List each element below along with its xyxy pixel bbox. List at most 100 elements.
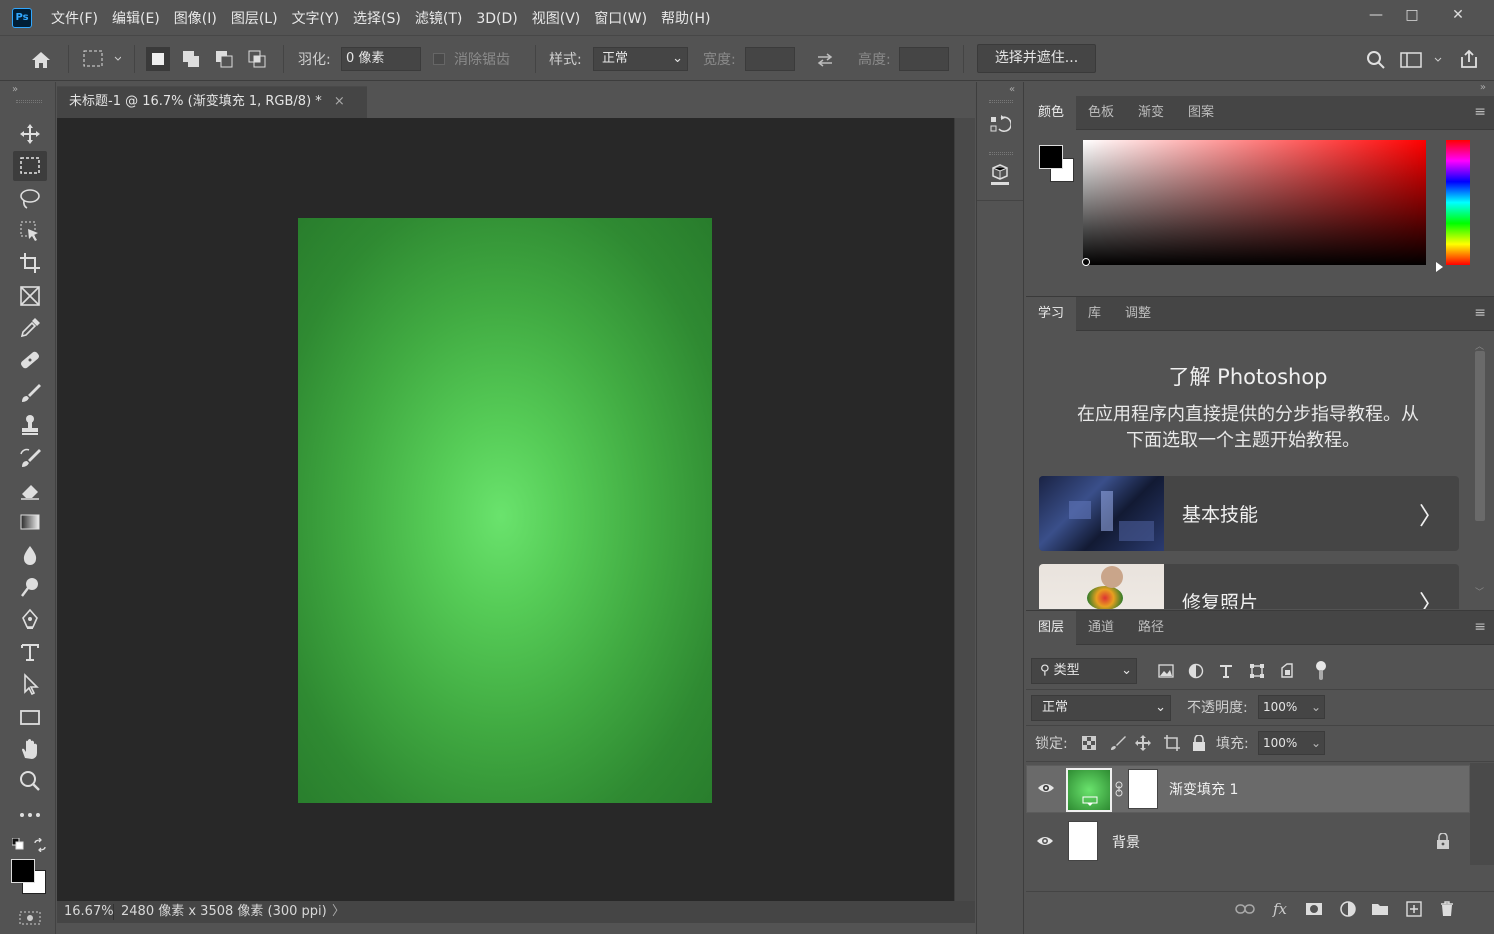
document-canvas[interactable] [298,218,712,803]
hand-tool-icon[interactable] [13,734,47,764]
intersect-selection-icon[interactable] [245,47,269,71]
search-icon[interactable] [1364,48,1388,72]
learn-card[interactable]: 基本技能 〉 [1039,476,1459,551]
panel-menu-icon[interactable]: ≡ [1474,305,1486,321]
swap-dimensions-icon[interactable] [813,48,837,72]
move-tool-icon[interactable] [13,119,47,149]
lock-position-icon[interactable] [1131,731,1155,755]
scroll-thumb[interactable] [1475,351,1485,521]
antialias-checkbox[interactable] [433,53,445,65]
new-group-icon[interactable] [1368,897,1392,921]
filter-shape-icon[interactable] [1245,659,1269,683]
filter-smart-object-icon[interactable] [1275,659,1299,683]
height-input[interactable] [899,47,949,71]
rectangle-tool-icon[interactable] [13,702,47,732]
learn-card[interactable]: 修复照片 〉 [1039,564,1459,609]
3d-panel-icon[interactable] [988,163,1012,187]
opacity-input[interactable]: 100% ⌄ [1258,695,1325,719]
tab-learn[interactable]: 学习 [1026,297,1077,331]
eye-icon[interactable] [1037,781,1055,795]
style-dropdown[interactable]: 正常 ⌄ [593,47,688,71]
zoom-tool-icon[interactable] [13,766,47,796]
swap-colors-icon[interactable] [33,837,47,853]
lasso-tool-icon[interactable] [13,184,47,214]
history-panel-icon[interactable] [988,113,1012,137]
tab-patterns[interactable]: 图案 [1176,96,1226,130]
tab-paths[interactable]: 路径 [1126,611,1176,645]
expand-panels-icon[interactable]: « [1009,84,1015,95]
layer-filter-dropdown[interactable]: ⚲ 类型 ⌄ [1031,658,1137,684]
menu-file[interactable]: 文件(F) [44,0,105,36]
filter-toggle-icon[interactable] [1314,660,1328,682]
layer-name[interactable]: 渐变填充 1 [1169,779,1238,799]
object-selection-tool-icon[interactable] [13,216,47,246]
layer-mask-link-icon[interactable] [1115,781,1123,797]
type-tool-icon[interactable] [13,637,47,667]
learn-scrollbar[interactable]: ︿ ﹀ [1472,333,1490,605]
more-tools-icon[interactable] [13,800,47,830]
panel-menu-icon[interactable]: ≡ [1474,104,1486,120]
menu-view[interactable]: 视图(V) [525,0,588,36]
tab-layers[interactable]: 图层 [1026,611,1077,645]
eye-icon[interactable] [1036,834,1054,848]
toolbar-grip[interactable] [16,100,42,103]
menu-type[interactable]: 文字(Y) [285,0,346,36]
vertical-scrollbar[interactable] [954,118,975,901]
minimize-button[interactable]: — [1358,4,1394,26]
tab-color[interactable]: 颜色 [1026,96,1077,130]
marquee-preset-picker[interactable] [81,47,121,71]
document-tab[interactable]: 未标题-1 @ 16.7% (渐变填充 1, RGB/8) * × [57,86,367,118]
crop-tool-icon[interactable] [13,248,47,278]
panel-menu-icon[interactable]: ≡ [1474,619,1486,635]
link-layers-icon[interactable] [1233,897,1257,921]
hue-slider[interactable] [1446,140,1470,265]
lock-artboard-icon[interactable] [1160,731,1184,755]
lock-transparent-pixels-icon[interactable] [1077,731,1101,755]
add-mask-icon[interactable] [1302,897,1326,921]
menu-edit[interactable]: 编辑(E) [105,0,167,36]
blur-tool-icon[interactable] [13,540,47,570]
history-brush-tool-icon[interactable] [13,443,47,473]
workspace-switcher-icon[interactable] [1399,48,1443,72]
layer-mask-thumbnail[interactable] [1128,769,1158,809]
layer-thumbnail-gradient[interactable] [1066,768,1112,812]
share-icon[interactable] [1457,47,1481,71]
select-and-mask-button[interactable]: 选择并遮住... [977,44,1096,73]
blend-mode-dropdown[interactable]: 正常 ⌄ [1031,695,1171,721]
delete-layer-icon[interactable] [1435,897,1459,921]
width-input[interactable] [745,47,795,71]
maximize-button[interactable]: □ [1394,4,1430,26]
eraser-tool-icon[interactable] [13,475,47,505]
fill-input[interactable]: 100% ⌄ [1258,731,1325,755]
tab-adjustments[interactable]: 调整 [1113,297,1163,331]
add-to-selection-icon[interactable] [179,47,203,71]
frame-tool-icon[interactable] [13,281,47,311]
subtract-from-selection-icon[interactable] [212,47,236,71]
saturation-brightness-field[interactable] [1083,140,1426,265]
canvas-workspace[interactable] [57,118,954,901]
tab-libraries[interactable]: 库 [1076,297,1113,331]
menu-image[interactable]: 图像(I) [167,0,224,36]
color-fg-swatch[interactable] [1039,145,1063,169]
filter-adjustment-icon[interactable] [1184,659,1208,683]
close-tab-icon[interactable]: × [334,94,345,109]
lock-all-icon[interactable] [1187,731,1211,755]
tab-swatches[interactable]: 色板 [1076,96,1126,130]
home-icon[interactable] [29,48,53,72]
foreground-color-swatch[interactable] [11,859,35,883]
gradient-tool-icon[interactable] [13,507,47,537]
status-menu-icon[interactable]: 〉 [332,901,345,923]
brush-tool-icon[interactable] [13,378,47,408]
menu-select[interactable]: 选择(S) [346,0,408,36]
document-info[interactable]: 2480 像素 x 3508 像素 (300 ppi) [121,901,327,923]
feather-input[interactable]: 0 像素 [341,47,421,71]
close-window-button[interactable]: ✕ [1440,4,1476,26]
layer-row-background[interactable]: 背景 [1026,817,1470,865]
menu-window[interactable]: 窗口(W) [587,0,654,36]
menu-help[interactable]: 帮助(H) [654,0,717,36]
pen-tool-icon[interactable] [13,604,47,634]
layer-thumbnail-background[interactable] [1068,821,1098,861]
menu-layer[interactable]: 图层(L) [224,0,285,36]
new-adjustment-layer-icon[interactable] [1336,897,1360,921]
clone-stamp-tool-icon[interactable] [13,410,47,440]
